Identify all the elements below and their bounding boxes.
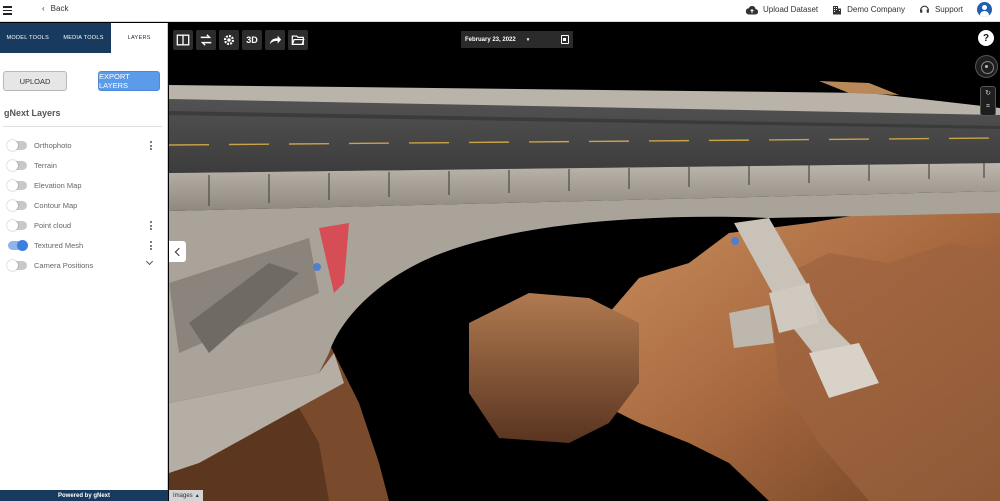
tab-layers[interactable]: LAYERS <box>111 23 168 53</box>
point-cloud-toggle[interactable] <box>7 219 27 231</box>
layer-label: Elevation Map <box>34 180 82 190</box>
images-tab-label: Images <box>173 492 193 499</box>
upload-dataset-label: Upload Dataset <box>763 5 819 14</box>
caret-up-icon: ▴ <box>195 493 199 499</box>
layer-label: Contour Map <box>34 200 78 210</box>
layer-terrain: Terrain <box>0 155 167 175</box>
headset-icon <box>920 5 929 13</box>
images-drawer-tab[interactable]: Images ▴ <box>169 490 203 501</box>
back-label: Back <box>50 4 69 13</box>
collapse-sidebar-button[interactable] <box>169 241 186 262</box>
chevron-down-icon[interactable] <box>146 259 154 267</box>
layer-contour-map: Contour Map <box>0 195 167 215</box>
kebab-menu-icon[interactable] <box>150 141 153 151</box>
date-label[interactable]: February 23, 2022 <box>465 37 516 43</box>
swap-icon[interactable] <box>196 30 216 50</box>
layer-label: Camera Positions <box>34 260 94 270</box>
company-label: Demo Company <box>847 5 905 14</box>
navigation-control[interactable]: ↻ ⌗ <box>980 86 996 116</box>
calendar-icon[interactable] <box>561 35 569 44</box>
camera-positions-toggle[interactable] <box>7 259 27 271</box>
top-bar: ‹ Back Upload Dataset Demo Company Suppo… <box>0 0 1000 22</box>
layer-textured-mesh: Textured Mesh <box>0 235 167 255</box>
support-label: Support <box>934 5 963 14</box>
kebab-menu-icon[interactable] <box>150 241 153 251</box>
layer-label: Orthophoto <box>34 140 72 150</box>
compass-icon[interactable] <box>975 55 998 78</box>
support-button[interactable]: Support <box>919 4 963 15</box>
viewer-toolbar: 3D <box>173 30 308 50</box>
chevron-left-icon: ‹ <box>42 4 45 13</box>
building-icon <box>833 5 842 14</box>
share-arrow-icon[interactable] <box>265 30 285 50</box>
layer-label: Point cloud <box>34 220 72 230</box>
tab-media-tools[interactable]: MEDIA TOOLS <box>55 23 112 53</box>
cloud-upload-icon <box>746 5 758 15</box>
upload-button[interactable]: UPLOAD <box>3 71 67 91</box>
sidebar-tabs: MODEL TOOLS MEDIA TOOLS LAYERS <box>0 23 168 53</box>
upload-dataset-button[interactable]: Upload Dataset <box>746 5 818 15</box>
user-avatar[interactable] <box>977 2 992 17</box>
layers-section-title: gNext Layers <box>4 108 61 118</box>
contour-map-toggle[interactable] <box>7 199 27 211</box>
sidebar-actions: UPLOAD EXPORT LAYERS <box>0 53 167 91</box>
help-button[interactable]: ? <box>978 30 994 46</box>
tab-model-tools[interactable]: MODEL TOOLS <box>0 23 56 53</box>
bridge-mesh-render[interactable] <box>169 23 1000 501</box>
company-selector[interactable]: Demo Company <box>832 5 905 15</box>
header-actions: Upload Dataset Demo Company Support <box>746 2 992 17</box>
layer-label: Textured Mesh <box>34 240 84 250</box>
folder-open-icon[interactable] <box>288 30 308 50</box>
layer-orthophoto: Orthophoto <box>0 135 167 155</box>
layer-point-cloud: Point cloud <box>0 215 167 235</box>
split-view-icon[interactable] <box>173 30 193 50</box>
textured-mesh-toggle[interactable] <box>8 239 28 251</box>
settings-gear-icon[interactable] <box>219 30 239 50</box>
caret-down-icon[interactable]: ▾ <box>527 37 530 43</box>
powered-by-footer: Powered by gNext <box>0 490 168 501</box>
back-button[interactable]: ‹ Back <box>42 4 68 13</box>
layer-camera-positions: Camera Positions <box>0 255 167 275</box>
rotate-icon[interactable]: ↻ <box>981 87 995 100</box>
orthophoto-toggle[interactable] <box>7 139 27 151</box>
layer-list: Orthophoto Terrain Elevation Map Contour… <box>0 135 167 275</box>
layer-label: Terrain <box>34 160 57 170</box>
terrain-toggle[interactable] <box>7 159 27 171</box>
hamburger-menu-icon[interactable] <box>2 3 16 17</box>
3d-viewer[interactable]: 3D February 23, 2022 ▾ ? ↻ ⌗ Images ▴ <box>169 23 1000 501</box>
section-divider <box>3 126 162 127</box>
kebab-menu-icon[interactable] <box>150 221 153 231</box>
elevation-map-toggle[interactable] <box>7 179 27 191</box>
export-layers-button[interactable]: EXPORT LAYERS <box>98 71 160 91</box>
3d-toggle-button[interactable]: 3D <box>242 30 262 50</box>
layer-elevation-map: Elevation Map <box>0 175 167 195</box>
fit-view-icon[interactable]: ⌗ <box>981 100 995 113</box>
date-selector[interactable]: February 23, 2022 ▾ <box>461 31 573 48</box>
layers-sidebar: MODEL TOOLS MEDIA TOOLS LAYERS UPLOAD EX… <box>0 23 168 501</box>
